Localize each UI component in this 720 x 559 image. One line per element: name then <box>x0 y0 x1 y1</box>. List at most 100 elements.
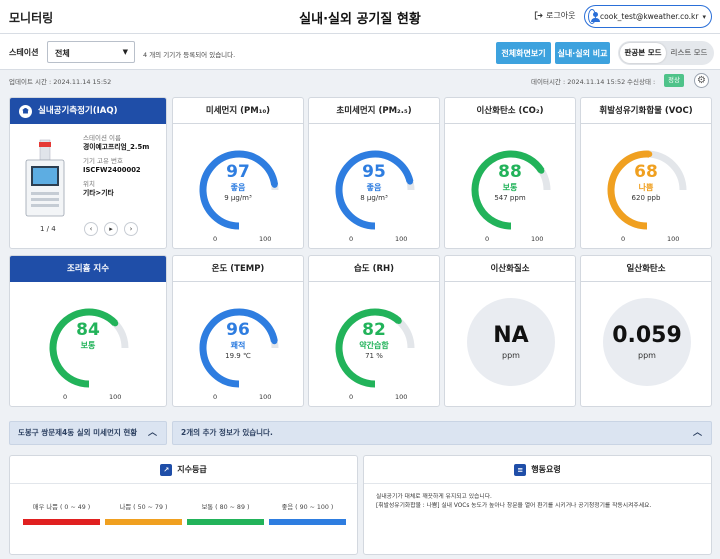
pm25-sub-value: 8 μg/m³ <box>360 194 388 202</box>
grade-legend-label: 매우 나쁨 ( 0 ~ 49 ) <box>32 504 91 511</box>
chevron-down-icon: ▼ <box>122 48 128 56</box>
cfi-max-label: 100 <box>109 393 122 401</box>
serial-value: ISCFW2400002 <box>83 165 141 174</box>
guide-line-2: [휘발성유기화합물 : 나쁨] 실내 VOCs 농도가 높아나 창문을 열어 환… <box>376 503 652 510</box>
voc-card-title: 휘발성유기화합물 (VOC) <box>581 98 711 124</box>
grade-legend-bar <box>269 519 346 525</box>
outdoor-dust-label: 도봉구 쌍문제4동 실외 미세먼지 현황 <box>18 428 138 437</box>
co2-min-label: 0 <box>485 235 490 243</box>
action-guide-header: ≡ 행동요령 <box>364 456 711 484</box>
list-mode-option[interactable]: 리스트 모드 <box>666 43 712 63</box>
voc-min-label: 0 <box>621 235 626 243</box>
pm25-card-title: 초미세먼지 (PM₂.₅) <box>309 98 439 124</box>
device-count-notice: 4 개의 기기가 등록되어 있습니다. <box>143 51 236 59</box>
pm25-max-label: 100 <box>395 235 408 243</box>
voc-grade: 나쁨 <box>638 183 654 192</box>
pm25-grade: 좋음 <box>366 183 382 192</box>
pm10-grade: 좋음 <box>230 183 246 192</box>
action-guide-title: 행동요령 <box>531 465 561 474</box>
cfi-card-title: 조리흄 지수 <box>10 256 166 282</box>
view-mode-toggle[interactable]: 판공본 모드 리스트 모드 <box>618 41 714 65</box>
rh-grade: 약간습함 <box>359 341 389 350</box>
grade-legend-item: 매우 나쁨 ( 0 ~ 49 ) <box>23 502 100 525</box>
pm10-min-label: 0 <box>213 235 218 243</box>
next-device-button[interactable]: › <box>124 222 138 236</box>
cfi-value: 84 <box>76 320 100 340</box>
device-info: 스테이션 이름 경이예고프리엄_2.5m 기기 고유 번호 ISCFW24000… <box>83 134 149 203</box>
top-header: 모니터링 실내·실외 공기질 현황 로그아웃 cook_test@kweathe… <box>0 0 720 34</box>
station-select[interactable]: 전체 ▼ <box>47 41 135 63</box>
logout-button[interactable]: 로그아웃 <box>534 10 575 21</box>
grade-legend-item: 보통 ( 80 ~ 89 ) <box>187 502 264 525</box>
rh-value: 82 <box>362 320 386 340</box>
play-button[interactable]: ▸ <box>104 222 118 236</box>
outdoor-dust-bar[interactable]: 도봉구 쌍문제4동 실외 미세먼지 현황 ︿ <box>9 421 167 445</box>
extra-info-bar[interactable]: 2개의 추가 정보가 있습니다. ︿ <box>172 421 712 445</box>
settings-gear-icon[interactable]: ⚙ <box>694 73 709 88</box>
panel-mode-option[interactable]: 판공본 모드 <box>620 43 666 63</box>
pm10-sub-value: 9 μg/m³ <box>224 194 252 202</box>
chevron-up-icon: ︿ <box>147 428 157 438</box>
temp-card-title: 온도 (TEMP) <box>173 256 303 282</box>
voc-value: 68 <box>634 162 658 182</box>
temp-min-label: 0 <box>213 393 218 401</box>
chart-icon: ↗ <box>160 463 173 476</box>
temp-gauge-card: 온도 (TEMP) 96 쾌적 19.9 ℃ 0 100 <box>172 255 304 407</box>
logout-icon <box>534 11 543 20</box>
cfi-min-label: 0 <box>63 393 68 401</box>
device-image <box>25 139 65 217</box>
no2-card: 이산화질소 NA ppm <box>444 255 576 407</box>
co-value: 0.059 <box>612 322 682 348</box>
index-grade-header: ↗ 지수등급 <box>10 456 357 484</box>
station-name-value: 경이예고프리엄_2.5m <box>83 142 150 151</box>
grade-legend-item: 나쁨 ( 50 ~ 79 ) <box>105 502 182 525</box>
prev-device-button[interactable]: ‹ <box>84 222 98 236</box>
toolbar: 스테이션 전체 ▼ 4 개의 기기가 등록되어 있습니다. 전체화면보기 실내·… <box>0 34 720 70</box>
pm10-gauge-card: 미세먼지 (PM₁₀) 97 좋음 9 μg/m³ 0 100 <box>172 97 304 249</box>
checklist-icon: ≡ <box>514 463 527 476</box>
no2-unit: ppm <box>502 350 520 360</box>
rh-sub-value: 71 % <box>365 352 383 360</box>
location-value: 기타>기타 <box>83 188 114 197</box>
co-card: 일산화탄소 0.059 ppm <box>580 255 712 407</box>
data-time: 데이터시간 : 2024.11.14 15:52 <box>531 78 626 86</box>
grade-legend-bar <box>23 519 100 525</box>
action-guide-text: 실내공기가 대체로 깨끗하게 유지되고 있습니다. [휘발성유기화합물 : 나쁨… <box>376 493 651 512</box>
rh-min-label: 0 <box>349 393 354 401</box>
indoor-outdoor-compare-button[interactable]: 실내·실외 비교 <box>555 42 610 64</box>
temp-max-label: 100 <box>259 393 272 401</box>
cfi-grade: 보통 <box>80 341 96 350</box>
co-card-title: 일산화탄소 <box>581 256 711 282</box>
pm10-max-label: 100 <box>259 235 272 243</box>
co2-card-title: 이산화탄소 (CO₂) <box>445 98 575 124</box>
temp-sub-value: 19.9 ℃ <box>225 352 251 360</box>
receive-status-label: 수신상태 : <box>627 78 656 86</box>
co2-sub-value: 547 ppm <box>494 194 526 202</box>
home-icon <box>19 104 32 118</box>
co2-grade: 보통 <box>502 183 518 192</box>
grade-legend-label: 보통 ( 80 ~ 89 ) <box>201 504 250 511</box>
iaq-card-title: 실내공기측정기(IAQ) <box>38 106 118 116</box>
fullscreen-button[interactable]: 전체화면보기 <box>496 42 551 64</box>
guide-line-1: 실내공기가 대체로 깨끗하게 유지되고 있습니다. <box>376 494 492 500</box>
rh-card-title: 습도 (RH) <box>309 256 439 282</box>
index-grade-panel: ↗ 지수등급 매우 나쁨 ( 0 ~ 49 ) 나쁨 ( 50 ~ 79 ) 보통 … <box>9 455 358 555</box>
chevron-down-icon: ▾ <box>702 12 706 21</box>
cfi-gauge-card: 조리흄 지수 84 보통 0 100 <box>9 255 167 407</box>
pm25-value: 95 <box>362 162 386 182</box>
iaq-device-card: 실내공기측정기(IAQ) 스테이션 이름 경이예고프리엄_2.5m 기기 고유 … <box>9 97 167 249</box>
no2-value-circle: NA ppm <box>467 298 555 386</box>
voc-sub-value: 620 ppb <box>631 194 661 202</box>
co-unit: ppm <box>638 350 656 360</box>
user-account-dropdown[interactable]: cook_test@kweather.co.kr ▾ <box>584 5 712 28</box>
co2-max-label: 100 <box>531 235 544 243</box>
iaq-card-header: 실내공기측정기(IAQ) <box>10 98 166 124</box>
temp-value: 96 <box>226 320 250 340</box>
grade-legend-bar <box>105 519 182 525</box>
rh-gauge-card: 습도 (RH) 82 약간습함 71 % 0 100 <box>308 255 440 407</box>
voc-gauge-marker <box>646 151 653 158</box>
extra-info-label: 2개의 추가 정보가 있습니다. <box>181 428 273 437</box>
voc-max-label: 100 <box>667 235 680 243</box>
grade-legend-label: 나쁨 ( 50 ~ 79 ) <box>119 504 168 511</box>
grade-legend-label: 좋음 ( 90 ~ 100 ) <box>281 504 334 511</box>
